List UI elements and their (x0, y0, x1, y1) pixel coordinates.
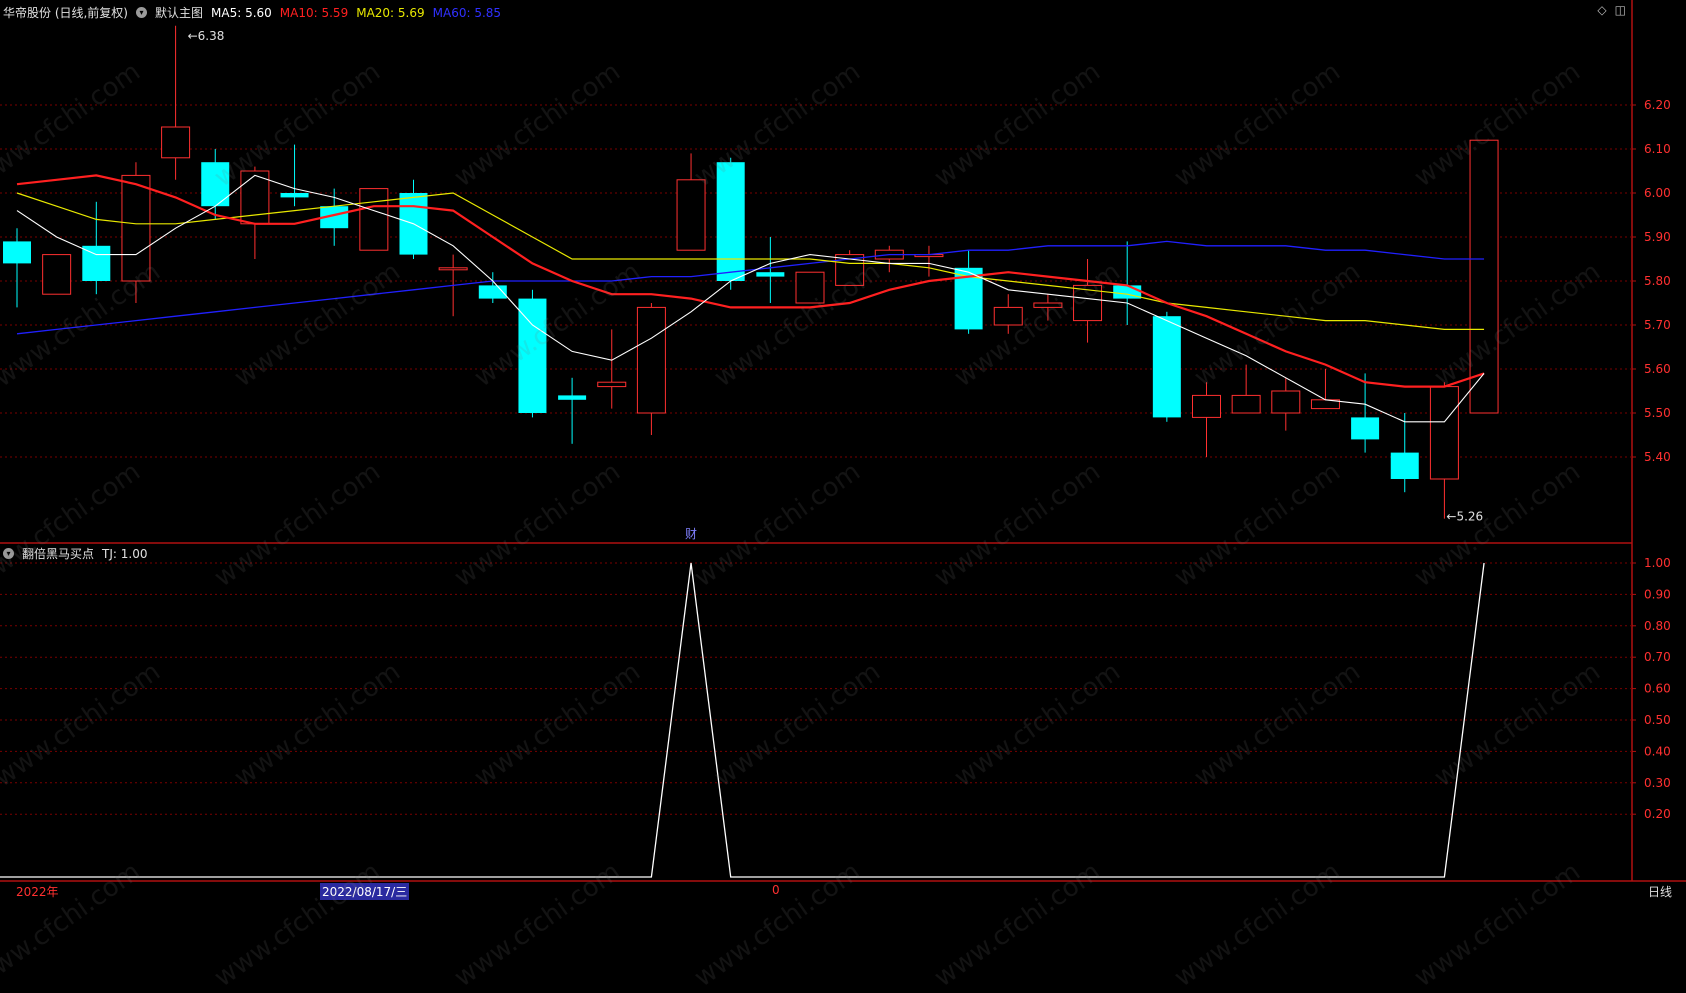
candle-body (1152, 316, 1181, 418)
bottom-marker: 0 (772, 883, 780, 897)
restore-icon[interactable]: ◫ (1615, 3, 1626, 17)
ma20-value: MA20: 5.69 (356, 5, 425, 20)
candle-body (676, 179, 706, 251)
y-tick-label: 5.40 (1644, 450, 1671, 464)
candle-body (1231, 394, 1261, 414)
candle-body (716, 162, 745, 281)
candle-body (1192, 394, 1221, 418)
low-price-label: ←5.26 (1446, 510, 1483, 524)
candle-body (1033, 302, 1063, 308)
stock-title[interactable]: 华帝股份 (日线,前复权) (3, 4, 128, 21)
main-chart-header: 华帝股份 (日线,前复权) ▾ 默认主图 MA5: 5.60 MA10: 5.5… (3, 4, 501, 21)
candle-body (82, 245, 111, 281)
candle-body (121, 174, 151, 282)
y-tick-label: 0.40 (1644, 744, 1671, 758)
ma60-value: MA60: 5.85 (432, 5, 502, 20)
candle-body (201, 162, 230, 207)
y-tick-label: 6.20 (1644, 98, 1671, 112)
indicator-value: TJ: 1.00 (102, 546, 148, 561)
main-chart-label[interactable]: 默认主图 (155, 4, 203, 21)
high-price-label: ←6.38 (188, 29, 225, 43)
ma10-value: MA10: 5.59 (279, 5, 349, 20)
candle-body (1469, 139, 1499, 414)
ma60-line (16, 240, 1485, 335)
y-tick-label: 0.30 (1644, 776, 1671, 790)
y-tick-label: 5.60 (1644, 362, 1671, 376)
candle-body (1351, 417, 1380, 440)
year-label: 2022年 (16, 885, 59, 899)
candle-body (636, 306, 666, 414)
y-tick-label: 5.80 (1644, 274, 1671, 288)
y-tick-label: 1.00 (1644, 556, 1671, 570)
chevron-down-icon[interactable]: ▾ (136, 7, 147, 18)
finance-tag: 财 (685, 527, 697, 541)
candle-body (518, 298, 547, 413)
candle-body (597, 381, 627, 388)
diamond-icon[interactable]: ◇ (1597, 3, 1606, 17)
y-tick-label: 5.70 (1644, 318, 1671, 332)
candle-body (280, 193, 309, 198)
candle-body (359, 188, 389, 251)
candle-body (161, 126, 191, 159)
candle-body (42, 254, 72, 295)
y-tick-label: 0.80 (1644, 619, 1671, 633)
candle-body (795, 271, 825, 304)
candle-body (1271, 390, 1301, 414)
candle-body (558, 395, 587, 400)
y-tick-label: 6.00 (1644, 186, 1671, 200)
y-tick-label: 0.70 (1644, 650, 1671, 664)
candle-body (756, 272, 785, 277)
stock-chart[interactable]: 6.20 6.10 6.00 5.90 5.80 5.70 5.60 5.50 5.40 1.00… (0, 0, 1686, 901)
y-tick-label: 0.60 (1644, 682, 1671, 696)
cursor-date: 2022/08/17/三 (320, 883, 410, 900)
candle-body (438, 267, 468, 271)
period-label[interactable]: 日线 (1648, 883, 1672, 900)
y-tick-label: 5.50 (1644, 406, 1671, 420)
candle-body (3, 241, 31, 264)
candle-body (1390, 452, 1419, 479)
y-tick-label: 0.20 (1644, 807, 1671, 821)
chevron-down-icon[interactable]: ▾ (3, 548, 14, 559)
candle-body (993, 306, 1023, 326)
y-tick-label: 6.10 (1644, 142, 1671, 156)
indicator-header: ▾ 翻倍黑马买点 TJ: 1.00 (3, 545, 147, 562)
window-controls: ◇ ◫ (1597, 3, 1626, 17)
indicator-name[interactable]: 翻倍黑马买点 (22, 545, 94, 562)
candle-body (1429, 386, 1459, 480)
y-tick-label: 0.90 (1644, 587, 1671, 601)
y-tick-label: 0.50 (1644, 713, 1671, 727)
ma5-value: MA5: 5.60 (211, 5, 272, 20)
ma5-line (16, 174, 1485, 423)
y-tick-label: 5.90 (1644, 230, 1671, 244)
